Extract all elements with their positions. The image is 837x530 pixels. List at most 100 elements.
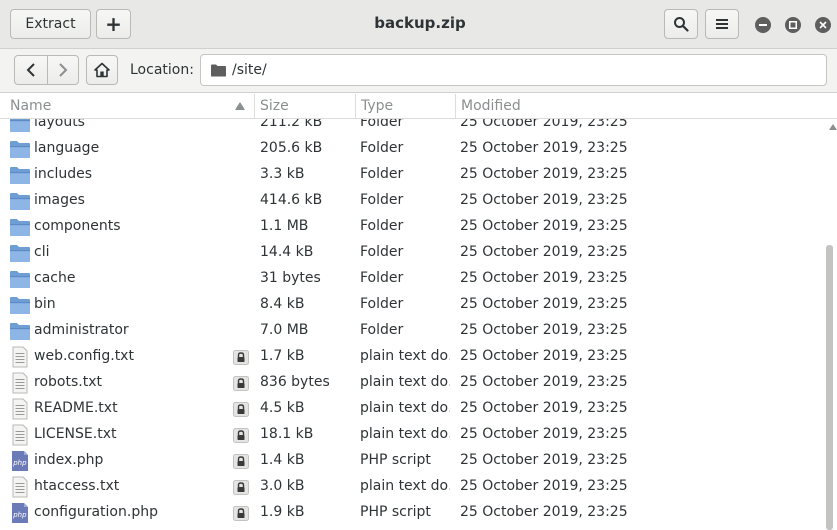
lock-icon bbox=[233, 454, 249, 469]
folder-icon bbox=[9, 294, 31, 316]
file-size: 836 bytes bbox=[260, 374, 330, 390]
file-type: plain text do… bbox=[360, 374, 450, 390]
php-file-icon: php bbox=[9, 450, 31, 472]
minimize-icon bbox=[759, 24, 767, 26]
file-name: administrator bbox=[34, 322, 129, 338]
php-file-icon: php bbox=[9, 502, 31, 524]
column-name[interactable]: Name bbox=[5, 94, 255, 119]
file-type: plain text do… bbox=[360, 478, 450, 494]
file-modified: 25 October 2019, 23:25 bbox=[460, 192, 628, 208]
scroll-up-arrow-icon[interactable] bbox=[829, 124, 837, 130]
minimize-button[interactable] bbox=[755, 17, 771, 33]
file-name: README.txt bbox=[34, 400, 118, 416]
header-bar: Extract + backup.zip bbox=[0, 0, 837, 49]
add-icon: + bbox=[105, 12, 122, 36]
svg-text:php: php bbox=[12, 511, 27, 519]
file-modified: 25 October 2019, 23:25 bbox=[460, 322, 628, 338]
file-modified: 25 October 2019, 23:25 bbox=[460, 400, 628, 416]
file-row[interactable]: cache 31 bytes Folder 25 October 2019, 23:2… bbox=[0, 266, 827, 292]
file-row[interactable]: php configuration.php 1.9 kB PHP script 25 O… bbox=[0, 500, 827, 526]
folder-icon bbox=[9, 164, 31, 186]
file-modified: 25 October 2019, 23:25 bbox=[460, 478, 628, 494]
file-size: 1.7 kB bbox=[260, 348, 305, 364]
file-name: bin bbox=[34, 296, 56, 312]
file-row[interactable]: htaccess.txt 3.0 kB plain text do… 25 Octob… bbox=[0, 474, 827, 500]
file-row[interactable]: robots.txt 836 bytes plain text do… 25 Octo… bbox=[0, 370, 827, 396]
file-type: Folder bbox=[360, 140, 404, 156]
text-file-icon bbox=[9, 476, 31, 498]
location-field[interactable]: /site/ bbox=[200, 54, 827, 86]
column-modified[interactable]: Modified bbox=[456, 94, 837, 119]
file-size: 4.5 kB bbox=[260, 400, 305, 416]
file-size: 7.0 MB bbox=[260, 322, 309, 338]
close-icon bbox=[819, 21, 827, 29]
file-row[interactable]: administrator 7.0 MB Folder 25 October 2019… bbox=[0, 318, 827, 344]
maximize-button[interactable] bbox=[785, 17, 801, 33]
file-size: 18.1 kB bbox=[260, 426, 314, 442]
file-size: 3.3 kB bbox=[260, 166, 305, 182]
lock-icon bbox=[233, 350, 249, 365]
maximize-icon bbox=[789, 21, 797, 29]
column-header: Name Size Type Modified bbox=[0, 94, 837, 119]
column-size[interactable]: Size bbox=[255, 94, 356, 119]
close-button[interactable] bbox=[815, 17, 831, 33]
extract-button[interactable]: Extract bbox=[10, 9, 91, 39]
file-name: configuration.php bbox=[34, 504, 158, 520]
file-type: PHP script bbox=[360, 504, 431, 520]
file-size: 31 bytes bbox=[260, 270, 321, 286]
file-row[interactable]: components 1.1 MB Folder 25 October 2019, 2… bbox=[0, 214, 827, 240]
file-modified: 25 October 2019, 23:25 bbox=[460, 348, 628, 364]
search-icon bbox=[674, 17, 689, 32]
file-type: plain text do… bbox=[360, 348, 450, 364]
file-name: robots.txt bbox=[34, 374, 102, 390]
file-modified: 25 October 2019, 23:25 bbox=[460, 504, 628, 520]
file-size: 1.4 kB bbox=[260, 452, 305, 468]
file-type: Folder bbox=[360, 296, 404, 312]
file-modified: 25 October 2019, 23:25 bbox=[460, 374, 628, 390]
window-title: backup.zip bbox=[374, 14, 466, 32]
column-type[interactable]: Type bbox=[356, 94, 456, 119]
file-row[interactable]: php index.php 1.4 kB PHP script 25 October 2… bbox=[0, 448, 827, 474]
menu-button[interactable] bbox=[705, 9, 739, 39]
file-type: plain text do… bbox=[360, 426, 450, 442]
file-row[interactable]: images 414.6 kB Folder 25 October 2019, 23:… bbox=[0, 188, 827, 214]
file-modified: 25 October 2019, 23:25 bbox=[460, 244, 628, 260]
add-files-button[interactable]: + bbox=[96, 9, 131, 39]
file-row[interactable]: README.txt 4.5 kB plain text do… 25 October… bbox=[0, 396, 827, 422]
search-button[interactable] bbox=[664, 9, 698, 39]
chevron-left-icon bbox=[26, 63, 35, 77]
folder-icon bbox=[9, 320, 31, 342]
forward-button[interactable] bbox=[47, 55, 79, 85]
file-name: includes bbox=[34, 166, 93, 182]
file-name: images bbox=[34, 192, 85, 208]
file-row[interactable]: cli 14.4 kB Folder 25 October 2019, 23:25 bbox=[0, 240, 827, 266]
file-name: cache bbox=[34, 270, 76, 286]
back-button[interactable] bbox=[14, 55, 48, 85]
file-type: Folder bbox=[360, 322, 404, 338]
file-size: 414.6 kB bbox=[260, 192, 323, 208]
file-row[interactable]: LICENSE.txt 18.1 kB plain text do… 25 Octob… bbox=[0, 422, 827, 448]
file-type: Folder bbox=[360, 192, 404, 208]
file-row[interactable]: web.config.txt 1.7 kB plain text do… 25 Oct… bbox=[0, 344, 827, 370]
file-size: 14.4 kB bbox=[260, 244, 314, 260]
file-row[interactable]: includes 3.3 kB Folder 25 October 2019, 23:… bbox=[0, 162, 827, 188]
file-size: 8.4 kB bbox=[260, 296, 305, 312]
file-modified: 25 October 2019, 23:25 bbox=[460, 218, 628, 234]
file-type: Folder bbox=[360, 166, 404, 182]
folder-icon bbox=[9, 268, 31, 290]
file-row[interactable]: bin 8.4 kB Folder 25 October 2019, 23:25 bbox=[0, 292, 827, 318]
file-modified: 25 October 2019, 23:25 bbox=[460, 296, 628, 312]
file-modified: 25 October 2019, 23:25 bbox=[460, 426, 628, 442]
file-row[interactable]: language 205.6 kB Folder 25 October 2019, 2… bbox=[0, 136, 827, 162]
lock-icon bbox=[233, 506, 249, 521]
column-type-label: Type bbox=[361, 98, 394, 114]
file-type: PHP script bbox=[360, 452, 431, 468]
sort-ascending-icon bbox=[235, 102, 245, 110]
file-name: htaccess.txt bbox=[34, 478, 120, 494]
column-modified-label: Modified bbox=[461, 98, 521, 114]
file-size: 205.6 kB bbox=[260, 140, 323, 156]
home-button[interactable] bbox=[86, 55, 118, 85]
text-file-icon bbox=[9, 346, 31, 368]
scrollbar-thumb[interactable] bbox=[826, 245, 833, 530]
column-name-label: Name bbox=[10, 98, 52, 114]
